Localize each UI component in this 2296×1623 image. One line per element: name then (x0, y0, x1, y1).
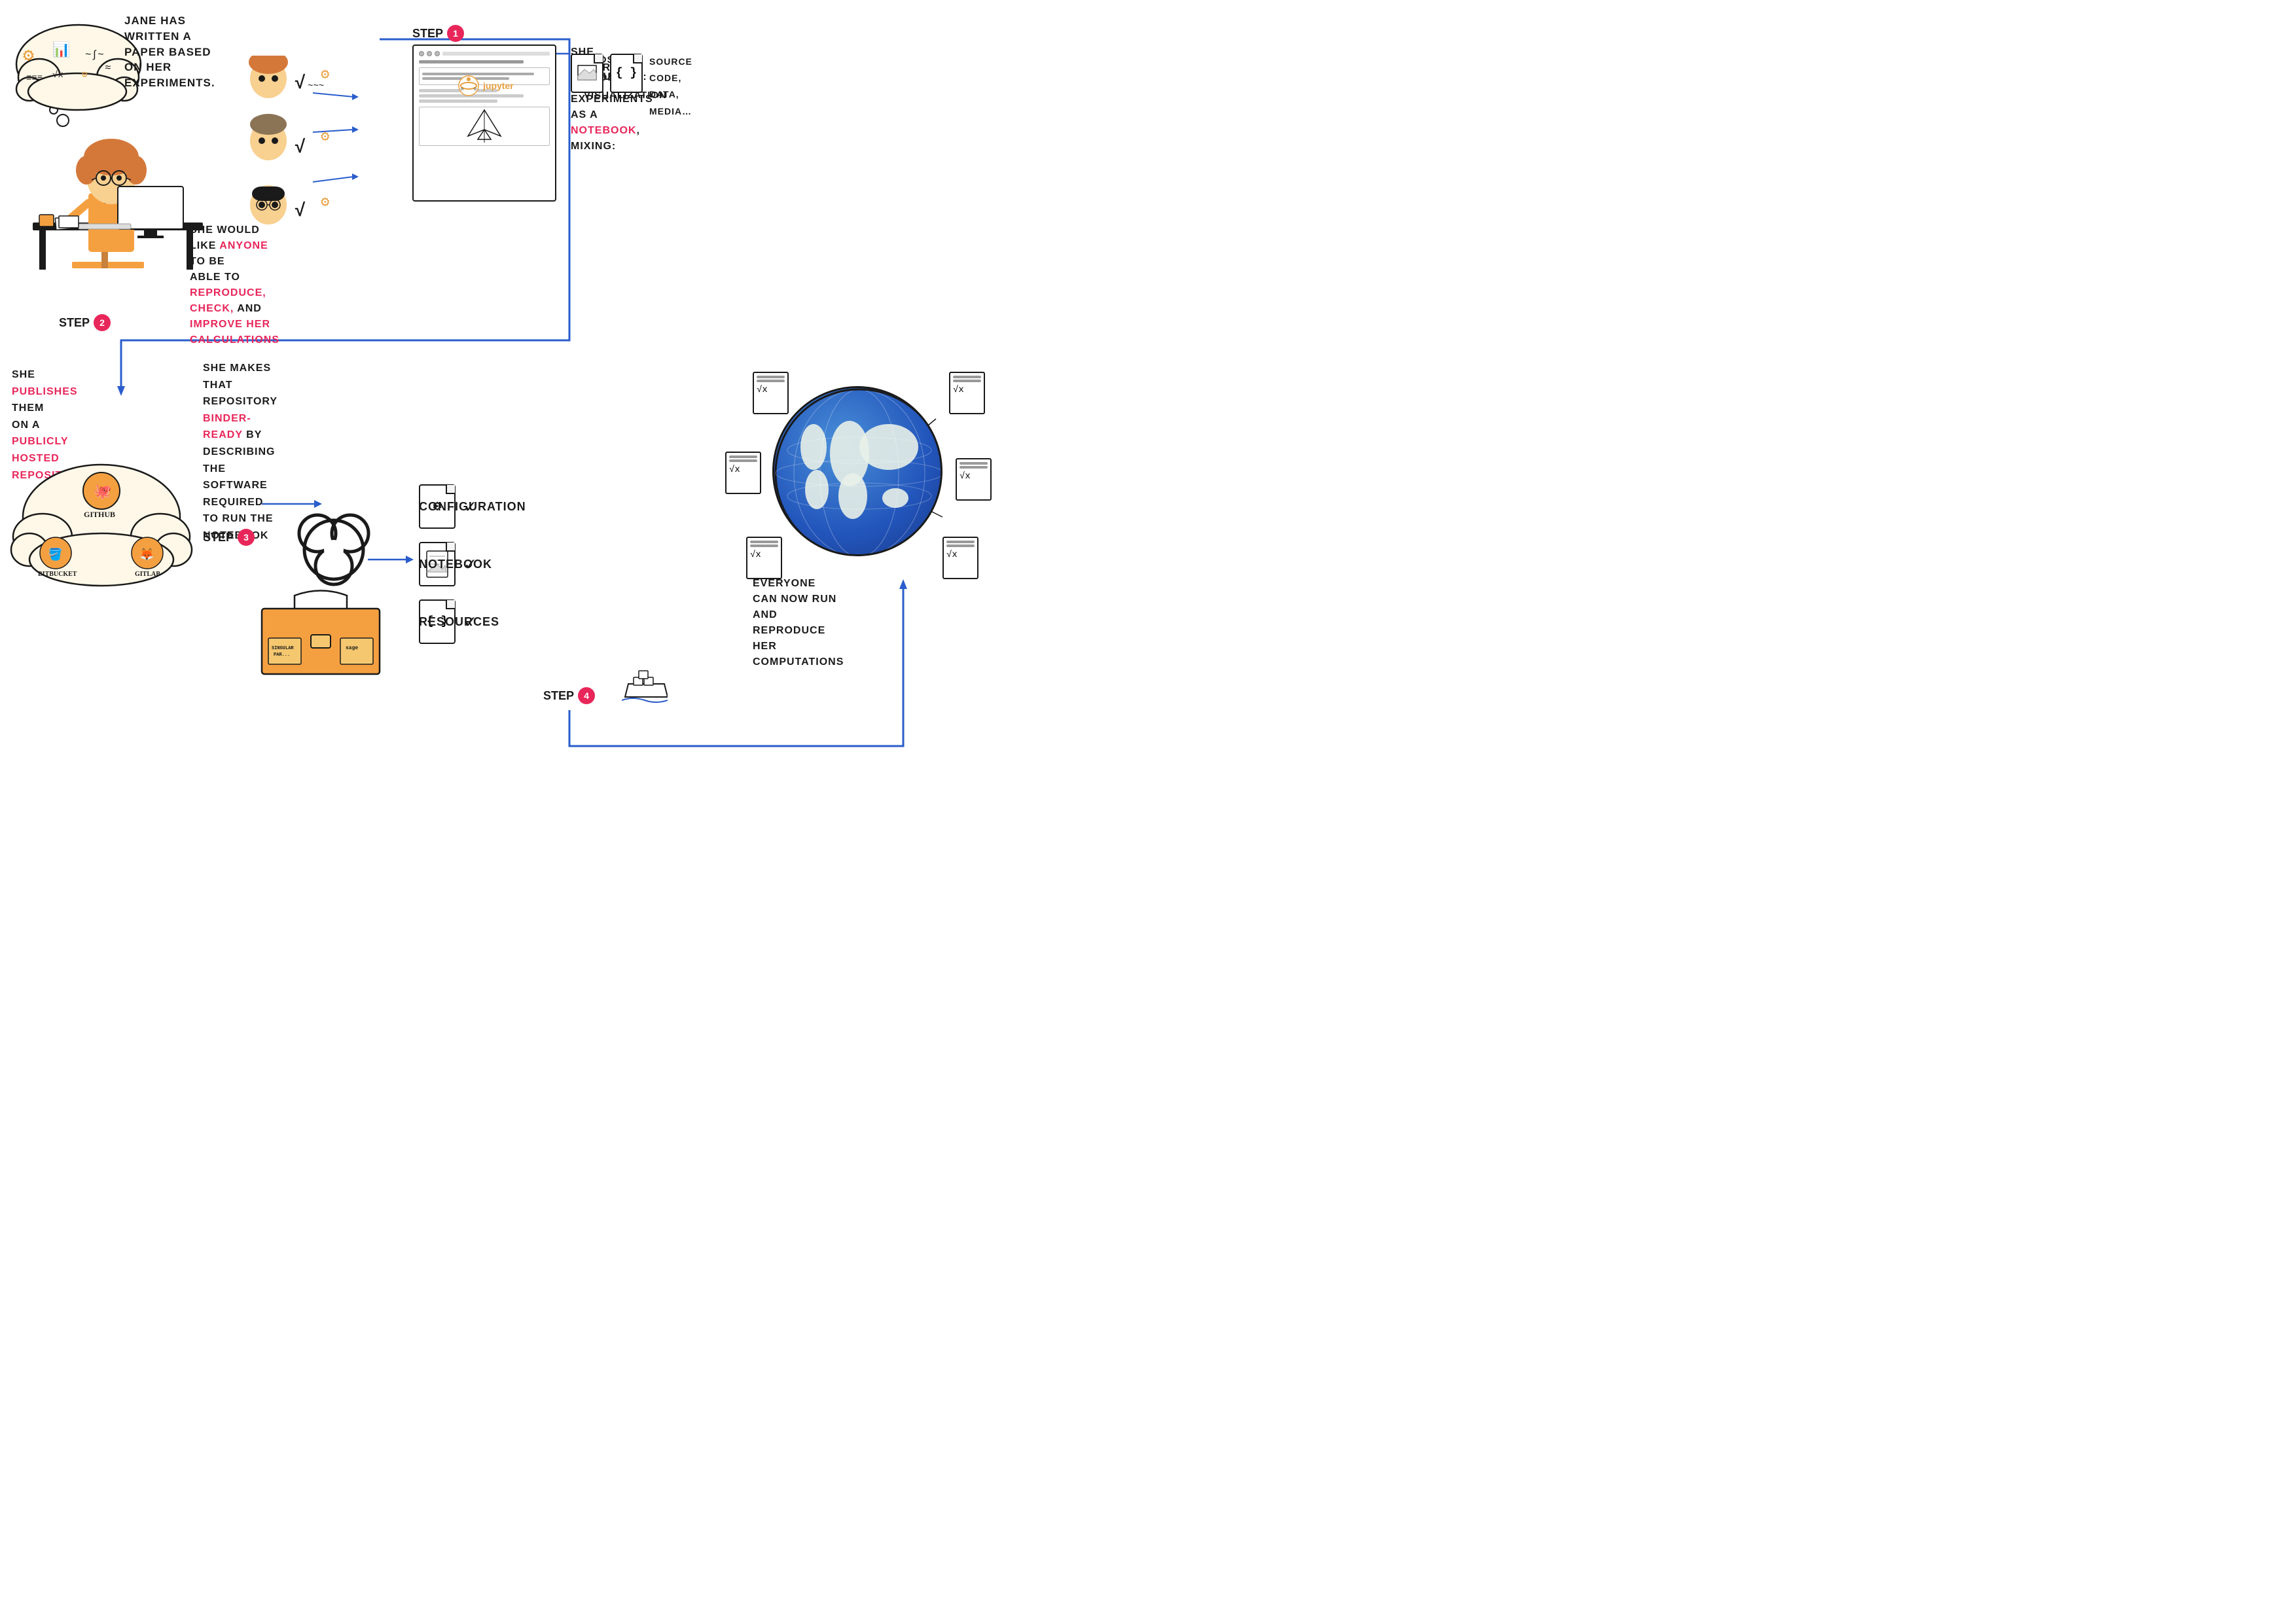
jupyter-text: jupyter (483, 80, 514, 91)
image-resource-icon (571, 54, 603, 93)
nb-content (419, 60, 550, 146)
figure-heads-group: √ ~~~ ⚙ √ ⚙ √ ⚙ (229, 56, 373, 242)
svg-text:⚙: ⚙ (321, 194, 329, 211)
step4-badge: STEP 4 (543, 687, 595, 704)
svg-text:sage: sage (346, 645, 358, 651)
step1-number: 1 (447, 25, 464, 42)
notebook-row: NOTEBOOK ✓ (419, 542, 648, 586)
svg-text:PAR...: PAR... (274, 652, 290, 658)
svg-text:SINGULAR: SINGULAR (272, 646, 294, 651)
nb-line-1 (419, 60, 524, 63)
step1-label: STEP (412, 27, 443, 41)
jupyter-logo (458, 75, 479, 96)
checklist: ⚙ CONFIGURATION ✓ NOTEBOOK ✓ { } (419, 484, 648, 644)
svg-text:~∫~: ~∫~ (85, 49, 104, 61)
binder-ready-highlight: BINDER-READY (203, 413, 251, 441)
step2-label: STEP (59, 316, 90, 330)
repo-cloud-svg: 🐙 GITHUB 🪣 BITBUCKET 🦊 GITLAB (7, 445, 196, 596)
svg-text:🦊: 🦊 (139, 548, 154, 562)
step2-badge: STEP 2 (59, 314, 111, 331)
jane-svg (20, 65, 216, 288)
config-row: ⚙ CONFIGURATION ✓ (419, 484, 648, 529)
nb-dot-1 (419, 51, 424, 56)
desire-check: CHECK, (190, 303, 234, 314)
step4-label: STEP (543, 689, 574, 703)
publishes-highlight: PUBLISHES (12, 386, 78, 397)
floating-page-3: √x (725, 452, 761, 494)
floating-page-1: √x (753, 372, 789, 414)
svg-text:√: √ (295, 201, 306, 222)
step1-badge: STEP 1 (412, 25, 464, 42)
jane-figure (20, 65, 216, 275)
nb-dot-2 (427, 51, 432, 56)
globe (772, 386, 942, 556)
svg-text:√: √ (295, 137, 306, 158)
resources-row: { } RESOURCES ✓ (419, 599, 648, 644)
svg-text:⚙: ⚙ (321, 129, 329, 145)
step2-number: 2 (94, 314, 111, 331)
desire-improve: IMPROVE HER CALCULATIONS (190, 319, 279, 346)
code-resource-icon: { } (610, 54, 643, 93)
notebook-sketch (412, 45, 556, 202)
svg-text:🐙: 🐙 (94, 484, 111, 501)
step3-number: 3 (238, 529, 255, 546)
globe-svg (774, 388, 942, 556)
nb-dot-3 (435, 51, 440, 56)
resources-label: RESOURCES (419, 615, 499, 630)
nb-line-4 (419, 99, 497, 103)
docker-svg (622, 668, 668, 707)
toolbox: SINGULAR PAR... sage (249, 576, 380, 654)
svg-text:📊: 📊 (52, 41, 70, 59)
docker-icon (622, 668, 668, 710)
floating-page-4: √x (956, 458, 992, 501)
desire-text-3a: AND (234, 303, 262, 314)
config-label: CONFIGURATION (419, 499, 526, 514)
svg-text:GITLAB: GITLAB (135, 571, 160, 578)
desire-reproduce: REPRODUCE, (190, 287, 266, 298)
notebook-label: NOTEBOOK (419, 557, 492, 572)
main-canvas: ⚙ 📊 ~∫~ ≡≡≡ √x ⚙ ≈ JANE HAS WRITTEN A PA… (0, 0, 1148, 812)
toolbox-svg: SINGULAR PAR... sage (249, 576, 393, 681)
step3-badge: STEP 3 (203, 529, 255, 546)
repo-cloud: 🐙 GITHUB 🪣 BITBUCKET 🦊 GITLAB (7, 445, 190, 589)
floating-page-2: √x (949, 372, 985, 414)
floating-page-6: √x (942, 537, 978, 579)
svg-text:🪣: 🪣 (48, 547, 62, 562)
step1-desc: SHE DESCRIBES THEEXPERIMENTS AS A NOTEBO… (571, 45, 649, 93)
step4-number: 4 (578, 687, 595, 704)
nb-plot (419, 107, 550, 146)
heads-svg: √ ~~~ ⚙ √ ⚙ √ ⚙ (229, 56, 373, 239)
svg-text:GITHUB: GITHUB (84, 510, 115, 519)
nb-title-bar (442, 52, 550, 56)
desire-text-2-a: TO BEABLE TO (190, 256, 240, 283)
svg-text:√: √ (295, 73, 306, 94)
svg-text:⚙: ⚙ (23, 46, 34, 67)
notebook-highlight: NOTEBOOK (571, 125, 636, 136)
floating-page-5: √x (746, 537, 782, 579)
svg-text:BITBUCKET: BITBUCKET (38, 571, 77, 578)
jupyter-badge: jupyter (458, 75, 514, 96)
step3-label: STEP (203, 531, 234, 544)
svg-text:⚙: ⚙ (321, 67, 329, 83)
